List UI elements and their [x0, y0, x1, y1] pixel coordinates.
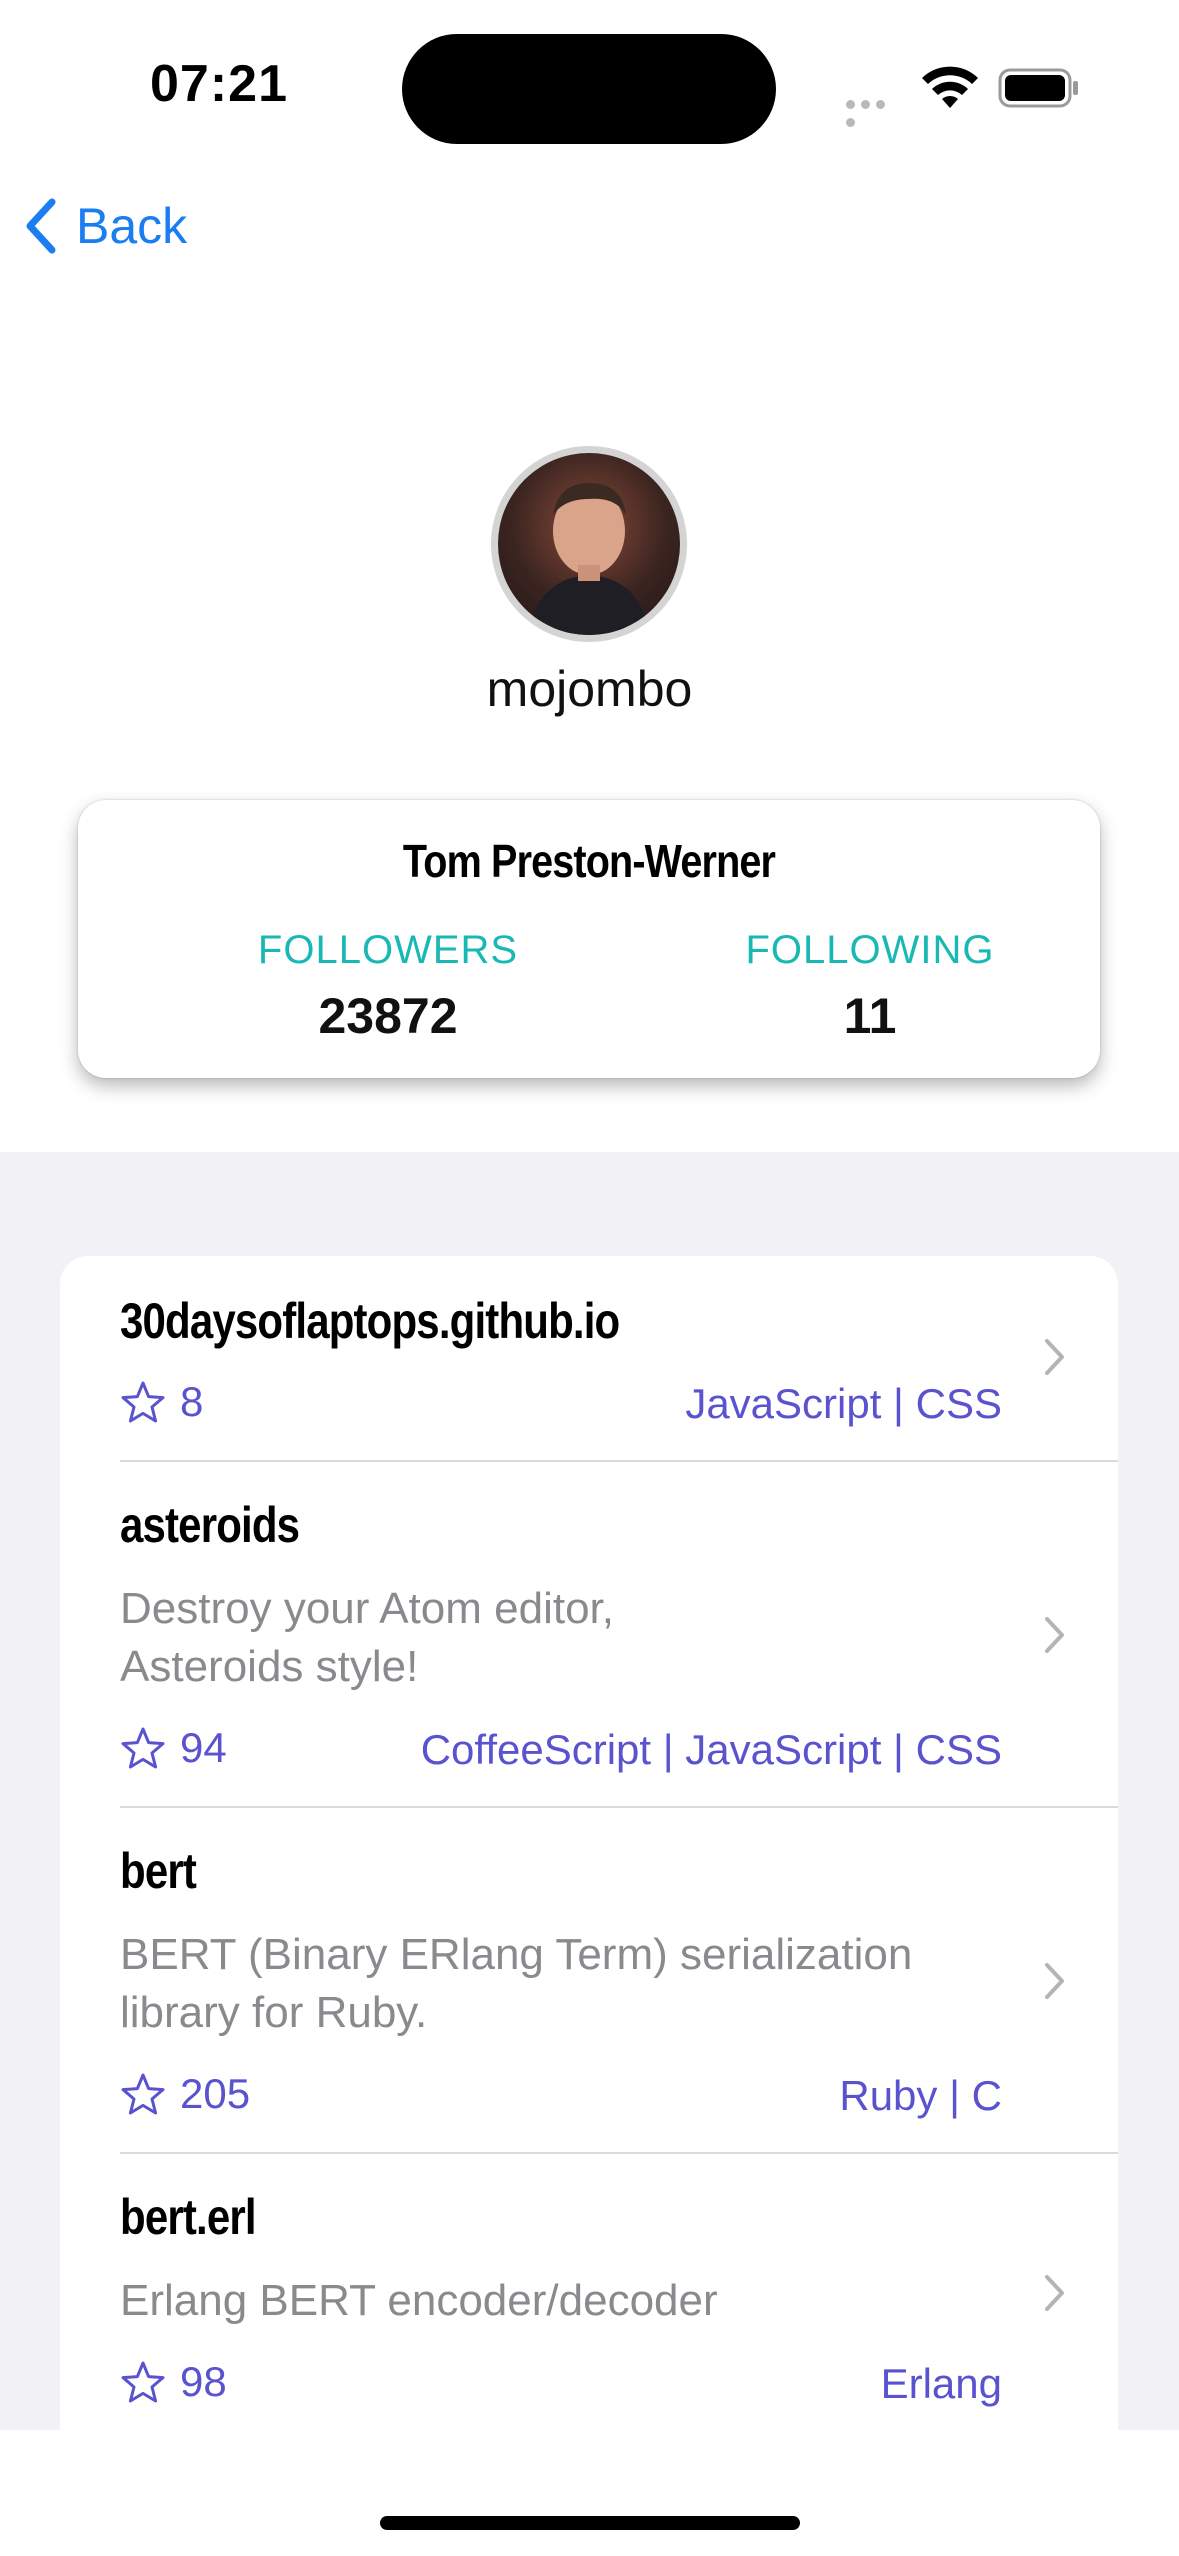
- wifi-icon: [922, 66, 978, 108]
- back-label: Back: [76, 198, 188, 254]
- repo-languages: Erlang: [880, 2360, 1002, 2407]
- chevron-right-icon: [1045, 1339, 1064, 1375]
- dynamic-island: [402, 34, 776, 144]
- chevron-right-icon: [1045, 2275, 1064, 2311]
- star-count: 98: [120, 2358, 227, 2406]
- star-count-value: 8: [180, 1378, 204, 1425]
- status-time: 07:21: [150, 55, 288, 113]
- list-item[interactable]: bert BERT (Binary ERlang Term) serializa…: [60, 1808, 1118, 2154]
- star-count: 8: [120, 1378, 203, 1426]
- star-count: 94: [120, 1724, 227, 1772]
- following-count: 11: [843, 988, 897, 1044]
- following-label: FOLLOWING: [745, 928, 995, 972]
- repo-name: 30daysoflaptops.github.io: [120, 1293, 620, 1349]
- star-count-value: 205: [180, 2070, 251, 2117]
- full-name: Tom Preston-Werner: [402, 835, 776, 887]
- star-icon: [121, 1381, 165, 1423]
- star-icon: [121, 1727, 165, 1769]
- star-count-value: 94: [180, 1724, 227, 1771]
- back-button[interactable]: Back: [24, 196, 187, 256]
- repo-description: BERT (Binary ERlang Term) serialization …: [120, 1930, 913, 2037]
- list-item[interactable]: asteroids Destroy your Atom editor, Aste…: [60, 1462, 1118, 1808]
- star-count-value: 98: [180, 2358, 227, 2405]
- repo-languages: Ruby | C: [839, 2072, 1002, 2119]
- repo-list: 30daysoflaptops.github.io 8 JavaScript |…: [60, 1256, 1118, 2430]
- repo-description: Erlang BERT encoder/decoder: [120, 2276, 718, 2325]
- list-item[interactable]: bert.erl Erlang BERT encoder/decoder 98 …: [60, 2154, 1118, 2430]
- profile-card: Tom Preston-Werner FOLLOWERS 23872 FOLLO…: [78, 800, 1100, 1078]
- star-icon: [121, 2073, 165, 2115]
- battery-icon: [998, 68, 1078, 108]
- list-item[interactable]: 30daysoflaptops.github.io 8 JavaScript |…: [60, 1256, 1118, 1462]
- avatar-photo: [528, 483, 650, 635]
- followers-count: 23872: [318, 988, 458, 1044]
- chevron-left-icon: [26, 198, 56, 254]
- repo-name: bert: [120, 1843, 197, 1899]
- following-stat: FOLLOWING 11: [710, 928, 1030, 1045]
- followers-label: FOLLOWERS: [257, 928, 519, 972]
- repo-languages: JavaScript | CSS: [685, 1380, 1002, 1427]
- followers-stat: FOLLOWERS 23872: [228, 928, 548, 1045]
- repo-name: bert.erl: [120, 2189, 257, 2245]
- chevron-right-icon: [1045, 1617, 1064, 1653]
- repo-description: Destroy your Atom editor, Asteroids styl…: [120, 1584, 614, 1691]
- repo-name: asteroids: [120, 1497, 300, 1553]
- repo-languages: CoffeeScript | JavaScript | CSS: [420, 1726, 1002, 1773]
- username: mojombo: [486, 661, 693, 717]
- home-indicator[interactable]: [380, 2516, 800, 2530]
- avatar: [491, 446, 687, 642]
- chevron-right-icon: [1045, 1963, 1064, 1999]
- signal-icon: [846, 96, 904, 127]
- star-icon: [121, 2361, 165, 2403]
- star-count: 205: [120, 2070, 250, 2118]
